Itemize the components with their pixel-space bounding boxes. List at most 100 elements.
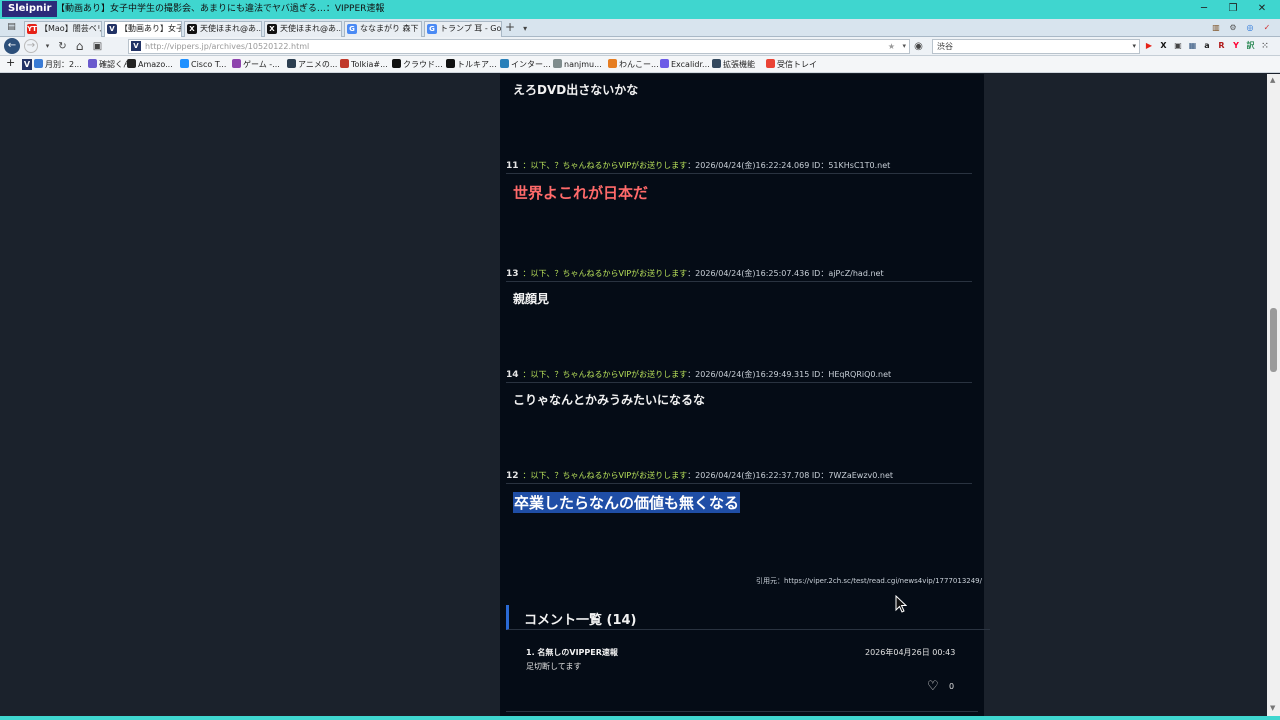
- bookmark-label: 拡張機能: [723, 60, 755, 69]
- reload-icon: ↻: [58, 41, 67, 52]
- bookmark-label: Cisco T...: [191, 60, 227, 69]
- tab-label: トランプ 耳 - Goo...: [440, 24, 502, 33]
- tab-1[interactable]: YT【Mao】闇芸ベリ...: [24, 21, 102, 37]
- scroll-up-arrow-icon[interactable]: ▲: [1270, 76, 1275, 84]
- home-button[interactable]: ⌂: [72, 39, 87, 54]
- save-page-icon[interactable]: ▣: [90, 39, 105, 54]
- r-icon[interactable]: R: [1216, 40, 1228, 52]
- calendar-icon[interactable]: ▦: [1187, 40, 1199, 52]
- post-meta: ：2026/04/24(金)16:29:49.315 ID：HEqRQRiQ0.…: [687, 370, 892, 379]
- bookmark-favicon-icon: [500, 59, 509, 68]
- post-meta: ：2026/04/24(金)16:25:07.436 ID：ajPcZ/had.…: [687, 269, 884, 278]
- post-number[interactable]: 13: [506, 269, 519, 279]
- minimize-button[interactable]: ─: [1197, 2, 1211, 16]
- youtube-icon[interactable]: ▶: [1143, 40, 1155, 52]
- new-tab-button[interactable]: + ▾: [505, 20, 527, 36]
- forward-arrow-icon: →: [26, 40, 36, 51]
- bookmark-label: クラウド...: [403, 60, 443, 69]
- heart-icon[interactable]: ♡: [927, 680, 939, 694]
- x-icon[interactable]: X: [1158, 40, 1170, 52]
- address-dropdown-icon[interactable]: ▾: [902, 40, 906, 53]
- add-bookmark-icon[interactable]: +: [6, 56, 15, 69]
- bookmark-favicon-icon: [553, 59, 562, 68]
- bookmark-favicon-icon: [608, 59, 617, 68]
- post-header: 13 ：以下、？ちゃんねるからVIPがお送りします：2026/04/24(金)16…: [506, 266, 972, 282]
- page-viewport: えろDVD出さないかな 11 ：以下、？ちゃんねるからVIPがお送りします：2026…: [5, 74, 1267, 716]
- tab-list-icon[interactable]: ▤: [4, 20, 19, 35]
- bookmark-item[interactable]: nanjmu...: [553, 58, 602, 71]
- bookmark-favicon-icon: [660, 59, 669, 68]
- amazon-icon[interactable]: a: [1201, 40, 1213, 52]
- maximize-button[interactable]: ❐: [1226, 2, 1240, 16]
- bookmark-item[interactable]: ゲーム -...: [232, 58, 280, 71]
- history-dropdown-icon[interactable]: ▾: [40, 39, 55, 54]
- comment-divider: [506, 711, 978, 712]
- tab-favicon-icon: G: [347, 24, 357, 34]
- refresh-icon[interactable]: ◎: [1244, 22, 1256, 34]
- vertical-scrollbar[interactable]: ▲ ▼: [1267, 74, 1280, 716]
- bookmark-star-icon[interactable]: ★: [888, 40, 895, 53]
- post-number[interactable]: 11: [506, 161, 519, 171]
- bookmark-item[interactable]: わんこー...: [608, 58, 659, 71]
- post-number[interactable]: 14: [506, 370, 519, 380]
- bookmark-item[interactable]: インター...: [500, 58, 551, 71]
- bookmark-favicon-icon: [766, 59, 775, 68]
- tab-4[interactable]: X 天使ほまれ@あ...: [264, 21, 342, 37]
- bookmark-label: Excalidr...: [671, 60, 710, 69]
- bookmark-item[interactable]: Amazo...: [127, 58, 173, 71]
- bookmark-label: 月別：2...: [45, 60, 82, 69]
- tab-2[interactable]: V【動画あり】女子...: [104, 21, 182, 37]
- forward-button[interactable]: →: [24, 39, 38, 53]
- scrollbar-thumb[interactable]: [1270, 308, 1277, 372]
- bookmark-favicon-icon: [232, 59, 241, 68]
- bookmark-item[interactable]: 拡張機能: [712, 58, 755, 71]
- yahoo-icon[interactable]: Y: [1230, 40, 1242, 52]
- tab-label: ななまがり 森下 -...: [360, 24, 421, 33]
- bookmark-item[interactable]: クラウド...: [392, 58, 443, 71]
- bookmark-item[interactable]: Tolkia#...: [340, 58, 388, 71]
- bookmark-item[interactable]: V: [22, 59, 32, 70]
- bookmark-favicon-icon: [712, 59, 721, 68]
- search-input[interactable]: 渋谷 ▾: [932, 39, 1140, 54]
- address-bar[interactable]: V http://vippers.jp/archives/10520122.ht…: [128, 39, 910, 54]
- gift-icon[interactable]: ▥: [1210, 22, 1222, 34]
- navigation-bar: ← → ▾ ↻ ⌂ ▣ V http://vippers.jp/archives…: [0, 37, 1280, 56]
- back-button[interactable]: ←: [4, 38, 20, 54]
- post-header: 14 ：以下、？ちゃんねるからVIPがお送りします：2026/04/24(金)16…: [506, 367, 972, 383]
- tab-5[interactable]: Gななまがり 森下 -...: [344, 21, 422, 37]
- search-engine-icon[interactable]: ◉: [911, 39, 926, 54]
- reload-button[interactable]: ↻: [55, 39, 70, 54]
- article-column: えろDVD出さないかな 11 ：以下、？ちゃんねるからVIPがお送りします：2026…: [500, 74, 990, 716]
- search-dropdown-icon[interactable]: ▾: [1132, 40, 1136, 53]
- bookmark-item[interactable]: Cisco T...: [180, 58, 226, 71]
- bookmark-label: ゲーム -...: [243, 60, 280, 69]
- tab-favicon-icon: V: [107, 24, 117, 34]
- post-body: えろDVD出さないかな: [513, 83, 639, 97]
- translate-icon[interactable]: 訳: [1245, 40, 1257, 52]
- tab-menu-chevron-icon[interactable]: ▾: [523, 24, 527, 33]
- quote-source-link[interactable]: 引用元：https://viper.2ch.sc/test/read.cgi/n…: [756, 576, 982, 586]
- scroll-down-arrow-icon[interactable]: ▼: [1270, 704, 1275, 712]
- tab-3[interactable]: X 天使ほまれ@あ...: [184, 21, 262, 37]
- bookmark-item[interactable]: 確認くん: [88, 58, 131, 71]
- bookmark-item[interactable]: Excalidr...: [660, 58, 710, 71]
- post-header: 12 ：以下、？ちゃんねるからVIPがお送りします：2026/04/24(金)16…: [506, 468, 972, 484]
- tv-icon[interactable]: ▣: [1172, 40, 1184, 52]
- tab-favicon-icon: X: [267, 24, 277, 34]
- close-window-button[interactable]: ✕: [1255, 2, 1269, 16]
- tab-6[interactable]: Gトランプ 耳 - Goo...: [424, 21, 502, 37]
- bookmark-item[interactable]: 月別：2...: [34, 58, 82, 71]
- bookmark-item[interactable]: トルキア...: [446, 58, 497, 71]
- post-number[interactable]: 12: [506, 471, 519, 481]
- plus-icon: +: [505, 20, 516, 34]
- comments-title: コメント一覧 (14): [524, 613, 637, 628]
- grid-icon[interactable]: ⁙: [1259, 40, 1271, 52]
- bookmark-item[interactable]: アニメの...: [287, 58, 337, 71]
- comment-date: 2026年04月26日 00:43: [865, 648, 956, 657]
- poster-name: ：以下、？ちゃんねるからVIPがお送りします: [522, 269, 688, 278]
- post-meta: ：2026/04/24(金)16:22:24.069 ID：51KHsC1T0.…: [687, 161, 891, 170]
- bookmark-item[interactable]: 受信トレイ: [766, 58, 817, 71]
- alert-icon[interactable]: ✓: [1261, 22, 1273, 34]
- settings-icon[interactable]: ⚙: [1227, 22, 1239, 34]
- back-arrow-icon: ←: [7, 40, 17, 51]
